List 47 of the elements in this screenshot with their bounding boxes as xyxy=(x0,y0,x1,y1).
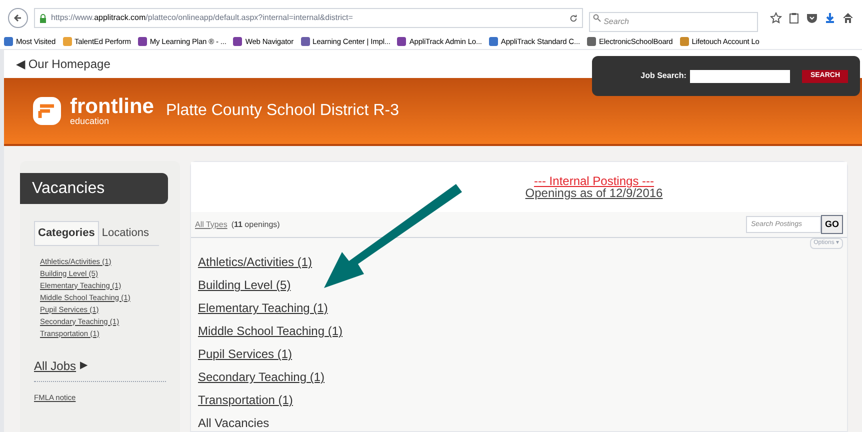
all-vacancies-label: All Vacancies xyxy=(198,415,270,431)
logo-subtitle: education xyxy=(70,117,110,126)
job-search-label: Job Search: xyxy=(640,70,686,82)
search-icon xyxy=(592,14,601,22)
district-name: Platte County School District R-3 xyxy=(166,101,399,121)
category-link[interactable]: Middle School Teaching (1) xyxy=(198,323,847,339)
reload-icon[interactable] xyxy=(568,14,578,23)
bookmark-icon xyxy=(62,36,73,47)
back-icon xyxy=(12,13,23,24)
bookmark-icon xyxy=(232,36,244,47)
category-link[interactable]: Elementary Teaching (1) xyxy=(198,300,847,316)
pocket-icon[interactable] xyxy=(806,12,818,24)
bookmark-icon xyxy=(678,36,690,47)
openings-date: Openings as of 12/9/2016 xyxy=(525,187,663,199)
all-jobs-link[interactable]: All Jobs xyxy=(34,356,76,374)
bookmark-icon xyxy=(586,36,597,47)
star-icon[interactable] xyxy=(770,12,782,24)
home-icon[interactable] xyxy=(842,12,854,24)
back-button[interactable] xyxy=(8,8,28,28)
clipboard-icon[interactable] xyxy=(788,12,800,24)
bookmark-icon xyxy=(396,36,408,47)
logo-icon xyxy=(32,96,62,126)
lock-icon xyxy=(38,14,47,23)
category-tab[interactable]: Categories xyxy=(34,221,99,244)
bookmark-icon xyxy=(488,36,499,47)
postings-heading: --- Internal Postings --- xyxy=(534,175,654,187)
bookmark-icon xyxy=(3,36,14,47)
download-icon[interactable] xyxy=(824,12,836,24)
homepage-link[interactable]: ◀ Our Homepage xyxy=(16,55,110,73)
job-search-field[interactable] xyxy=(690,70,790,82)
search-field[interactable]: Search xyxy=(588,12,758,32)
all-types-link[interactable]: All Types xyxy=(195,218,228,230)
category-link[interactable]: Building Level (5) xyxy=(198,277,847,293)
category-link[interactable]: Pupil Services (1) xyxy=(198,346,847,362)
category-link[interactable]: Secondary Teaching (1) xyxy=(198,369,847,385)
bookmark-icon xyxy=(300,36,311,47)
vacancies-heading: Vacancies xyxy=(20,173,168,204)
address-bar[interactable]: https://www.applitrack.com/platteco/onlineapp/default.aspx?internal=internal&district= xyxy=(34,8,583,28)
all-jobs-arrow: ▶ xyxy=(80,359,88,373)
bookmark-icon xyxy=(136,36,148,47)
category-link[interactable]: Transportation (1) xyxy=(198,392,847,408)
go-button[interactable]: GO xyxy=(820,215,843,234)
url-text: https://www.applitrack.com/platteco/onlineapp/default.aspx?internal=internal&district= xyxy=(50,12,353,24)
openings-count: (11 openings) xyxy=(231,218,280,230)
category-link[interactable]: Athletics/Activities (1) xyxy=(198,254,847,270)
logo-wordmark: frontline xyxy=(70,96,154,117)
category-tab[interactable]: Locations xyxy=(98,221,152,244)
